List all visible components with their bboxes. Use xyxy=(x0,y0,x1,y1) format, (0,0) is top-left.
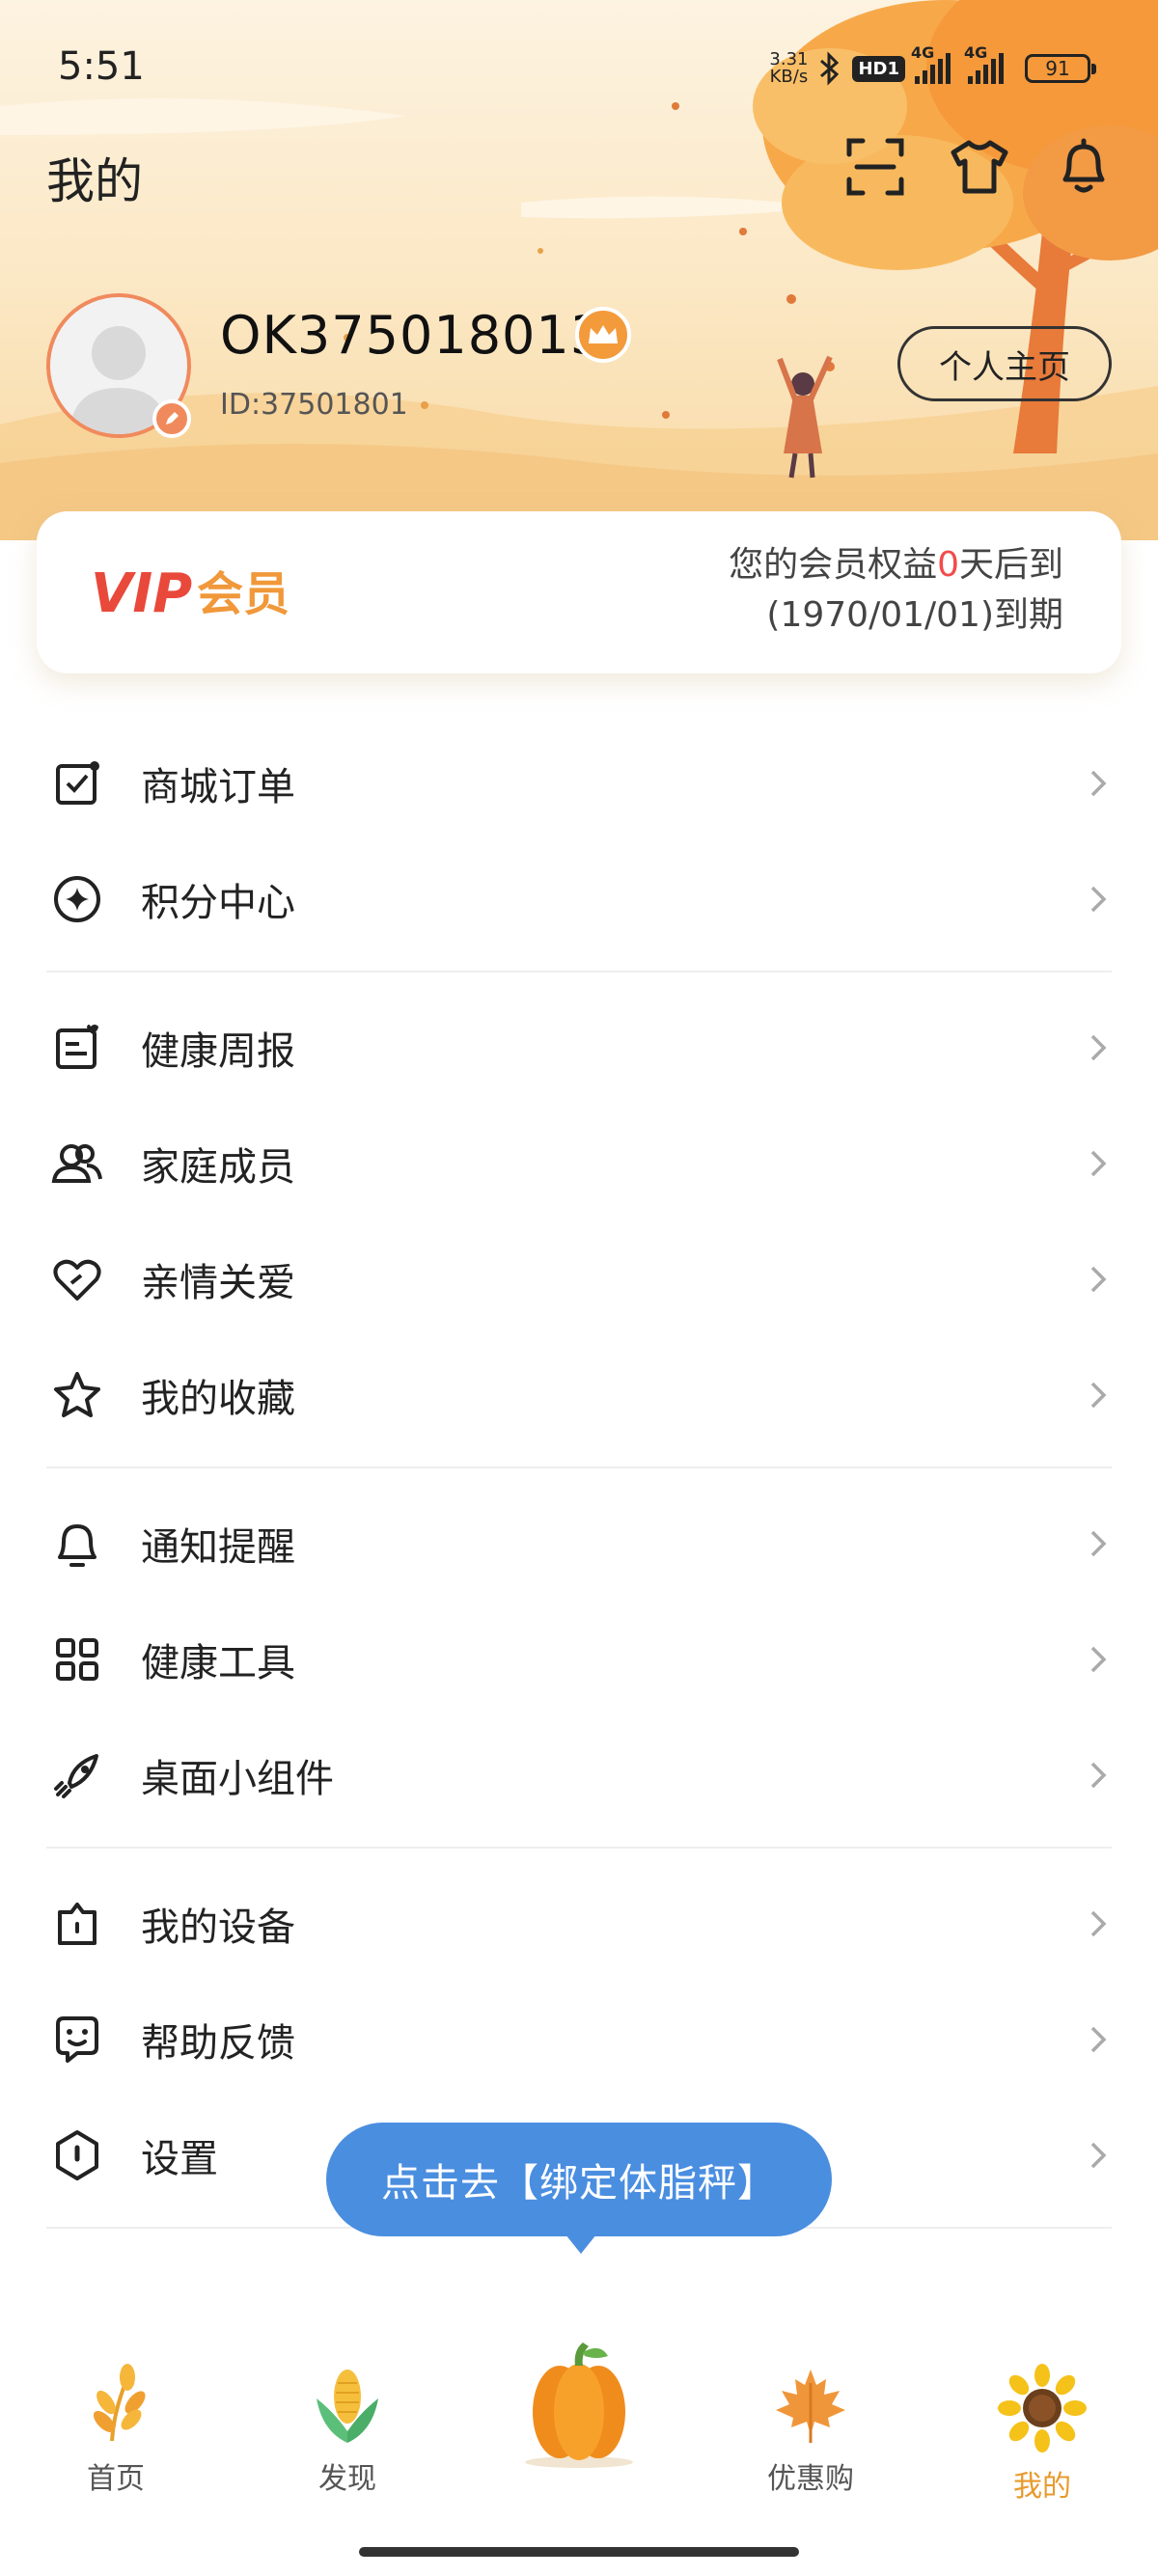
signal-icon: 4G xyxy=(911,43,951,84)
svg-text:会员: 会员 xyxy=(197,567,290,621)
scan-icon[interactable] xyxy=(843,135,907,199)
corn-icon xyxy=(317,2370,378,2443)
vip-expiry-text: 您的会员权益0天后到 (1970/01/01)到期 xyxy=(729,545,1063,635)
menu-item-notifications[interactable]: 通知提醒 xyxy=(0,1486,1158,1602)
vip-logo: VIP 会员 xyxy=(91,562,290,625)
chevron-right-icon xyxy=(1090,1646,1107,1673)
hd-badge: HD1 xyxy=(852,55,905,82)
home-indicator[interactable] xyxy=(359,2547,799,2557)
status-time: 5:51 xyxy=(58,44,145,89)
bottom-nav: 首页 发现 优惠购 我的 xyxy=(0,2316,1158,2576)
menu-item-health-weekly[interactable]: 健康周报 xyxy=(0,990,1158,1106)
nav-item-center[interactable] xyxy=(482,2335,676,2480)
chevron-right-icon xyxy=(1090,1266,1107,1293)
vip-card[interactable]: VIP 会员 您的会员权益0天后到 (1970/01/01)到期 xyxy=(37,511,1121,673)
menu-item-my-favorites[interactable]: 我的收藏 xyxy=(0,1337,1158,1453)
page-title: 我的 xyxy=(46,153,143,209)
status-bar: 5:51 3.31 KB/s HD1 4G 4G 91 xyxy=(0,0,1158,135)
status-icons: 3.31 KB/s HD1 4G 4G 91 xyxy=(769,43,1096,91)
chevron-right-icon xyxy=(1090,886,1107,913)
personal-homepage-button[interactable]: 个人主页 xyxy=(897,326,1112,401)
menu-item-family-members[interactable]: 家庭成员 xyxy=(0,1106,1158,1221)
chevron-right-icon xyxy=(1090,1762,1107,1789)
order-icon xyxy=(56,761,99,805)
menu-item-family-care[interactable]: 亲情关爱 xyxy=(0,1221,1158,1337)
nav-item-discover[interactable]: 发现 xyxy=(251,2364,444,2497)
star-icon xyxy=(54,1372,100,1417)
menu-item-help-feedback[interactable]: 帮助反馈 xyxy=(0,1982,1158,2097)
bell-icon[interactable] xyxy=(1052,135,1116,199)
bluetooth-icon xyxy=(820,51,840,86)
header-actions xyxy=(843,135,1116,199)
chevron-right-icon xyxy=(1090,1910,1107,1937)
widget-icon xyxy=(54,1754,98,1798)
pumpkin-icon xyxy=(525,2343,633,2468)
chevron-right-icon xyxy=(1090,770,1107,797)
chevron-right-icon xyxy=(1090,1530,1107,1557)
edit-avatar-icon[interactable] xyxy=(152,399,191,438)
report-icon xyxy=(56,1025,98,1069)
chevron-right-icon xyxy=(1090,1034,1107,1061)
wheat-icon xyxy=(93,2364,146,2442)
settings-icon xyxy=(56,2130,98,2180)
divider xyxy=(46,971,1112,973)
username: OK375018013 xyxy=(220,305,605,366)
crown-icon xyxy=(575,307,631,363)
nav-item-home[interactable]: 首页 xyxy=(19,2364,212,2497)
chevron-right-icon xyxy=(1090,1150,1107,1177)
menu-item-points-center[interactable]: 积分中心 xyxy=(0,841,1158,957)
nav-item-deals[interactable]: 优惠购 xyxy=(714,2364,907,2497)
network-speed: 3.31 KB/s xyxy=(769,49,809,87)
family-icon xyxy=(51,1144,102,1183)
points-icon xyxy=(54,876,100,922)
chevron-right-icon xyxy=(1090,1382,1107,1409)
battery-icon: 91 xyxy=(1025,54,1096,83)
vip-days-remaining: 0 xyxy=(937,545,959,585)
menu-item-mall-orders[interactable]: 商城订单 xyxy=(0,726,1158,841)
tshirt-icon[interactable] xyxy=(948,135,1011,199)
notification-icon xyxy=(58,1524,96,1567)
nav-item-mine[interactable]: 我的 xyxy=(946,2364,1139,2505)
menu-item-my-devices[interactable]: 我的设备 xyxy=(0,1866,1158,1982)
divider xyxy=(46,1466,1112,1468)
device-icon xyxy=(58,1903,96,1945)
divider xyxy=(46,1847,1112,1849)
chevron-right-icon xyxy=(1090,2026,1107,2053)
signal-icon-2: 4G xyxy=(964,43,1004,84)
svg-text:VIP: VIP xyxy=(91,562,192,625)
menu-item-health-tools[interactable]: 健康工具 xyxy=(0,1602,1158,1717)
user-id: ID:37501801 xyxy=(220,388,408,422)
settings-menu: 商城订单 积分中心 健康周报 家庭成员 亲情关爱 我的收藏 通知提醒 健康工具 … xyxy=(0,726,1158,2246)
bind-scale-tooltip[interactable]: 点击去【绑定体脂秤】 xyxy=(326,2123,832,2254)
maple-leaf-icon xyxy=(776,2370,845,2443)
heart-icon xyxy=(53,1259,101,1301)
sunflower-icon xyxy=(998,2364,1087,2453)
chevron-right-icon xyxy=(1090,2142,1107,2169)
tools-icon xyxy=(56,1638,98,1681)
menu-item-desktop-widgets[interactable]: 桌面小组件 xyxy=(0,1717,1158,1833)
feedback-icon xyxy=(56,2016,98,2063)
